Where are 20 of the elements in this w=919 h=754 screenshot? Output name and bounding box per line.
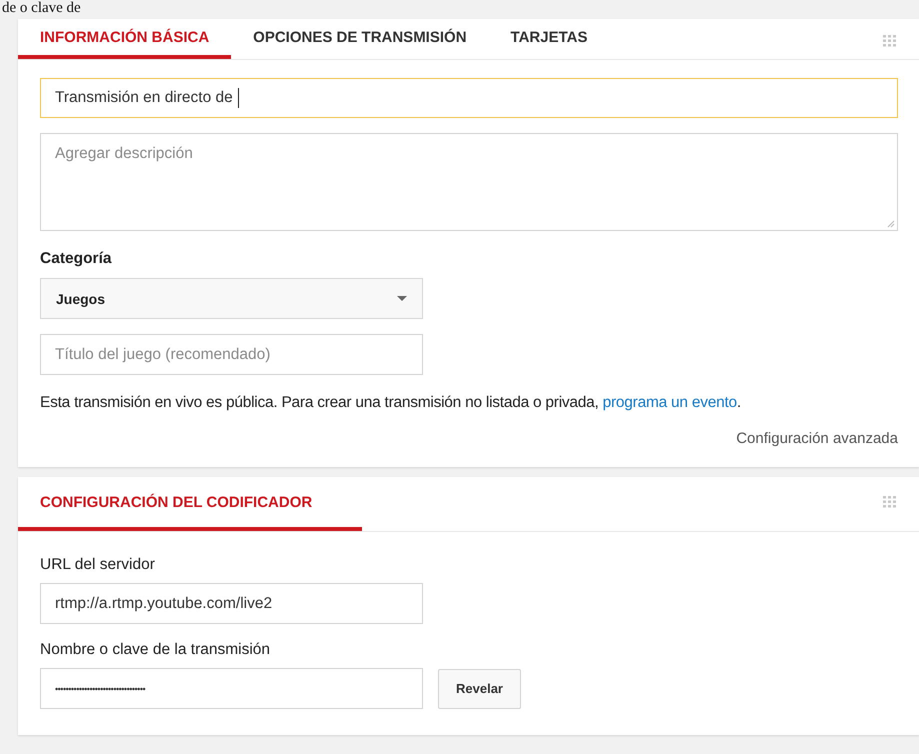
stream-key-label: Nombre o clave de la transmisión bbox=[40, 641, 272, 659]
server-url-label: URL del servidor bbox=[40, 556, 156, 574]
category-select[interactable]: Juegos bbox=[40, 278, 423, 319]
caption-fragment: de o clave de bbox=[1, 0, 81, 18]
privacy-note: Esta transmisión en vivo es pública. Para crear una transmisión no listada o privada, programa un evento. bbox=[40, 394, 742, 412]
dropdown-caret-icon bbox=[397, 296, 407, 301]
title-field[interactable]: Transmisión en directo de bbox=[40, 78, 898, 118]
schedule-event-link[interactable]: programa un evento bbox=[602, 394, 737, 411]
tab[interactable]: INFORMACIÓN BÁSICA bbox=[18, 19, 232, 59]
reveal-button[interactable]: Revelar bbox=[438, 668, 521, 708]
resize-handle-icon[interactable] bbox=[887, 220, 895, 228]
category-label: Categoría bbox=[40, 250, 113, 268]
drag-handle-icon[interactable] bbox=[883, 35, 897, 47]
advanced-settings-link[interactable]: Configuración avanzada bbox=[736, 430, 898, 447]
tab[interactable]: TARJETAS bbox=[488, 19, 610, 59]
server-url-field[interactable]: rtmp://a.rtmp.youtube.com/live2 bbox=[40, 583, 423, 624]
tab[interactable]: CONFIGURACIÓN DEL CODIFICADOR bbox=[18, 477, 362, 531]
stream-key-field[interactable]: •••••••••••••••••••••••••••••••••• bbox=[40, 668, 423, 709]
drag-handle-icon[interactable] bbox=[883, 496, 897, 508]
tab[interactable]: OPCIONES DE TRANSMISIÓN bbox=[231, 19, 489, 59]
